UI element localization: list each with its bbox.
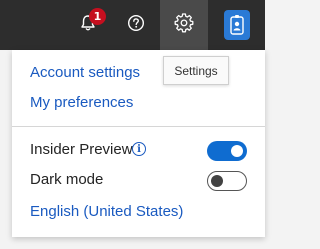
menu-divider [12,126,265,127]
toggle-knob [231,145,243,157]
my-preferences-link[interactable]: My preferences [30,94,133,111]
info-icon[interactable]: i [132,142,146,156]
top-bar: 1 [0,0,265,50]
help-button[interactable] [112,0,160,50]
avatar [224,10,250,40]
toggle-knob [211,174,223,187]
language-link[interactable]: English (United States) [30,203,183,220]
insider-preview-label: Insider Preview [30,141,133,158]
settings-button[interactable] [160,0,208,50]
insider-preview-toggle[interactable] [207,141,247,161]
settings-tooltip: Settings [163,56,229,85]
help-icon [127,14,145,37]
notification-badge: 1 [89,8,106,25]
account-settings-link[interactable]: Account settings [30,64,140,81]
account-button[interactable] [213,0,261,50]
dark-mode-label: Dark mode [30,171,104,188]
gear-icon [174,12,194,38]
notifications-button[interactable]: 1 [64,0,112,50]
dark-mode-toggle[interactable] [207,171,247,191]
